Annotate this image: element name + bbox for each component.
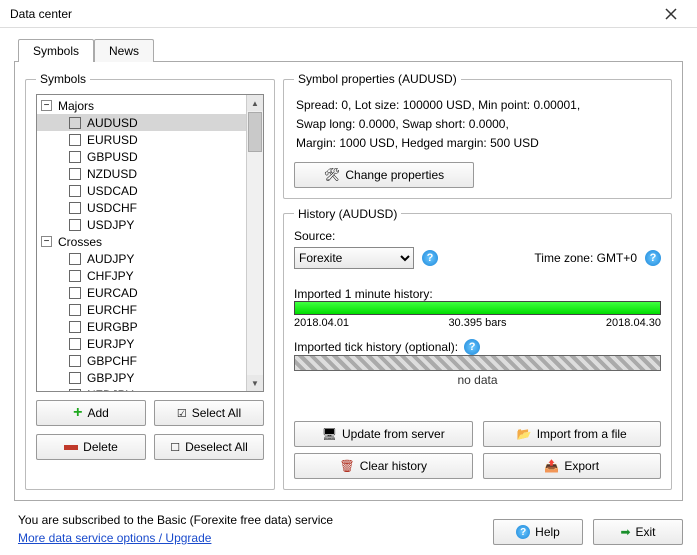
- history-group-label: History (AUDUSD): [294, 207, 401, 221]
- tree-item-chfjpy[interactable]: CHFJPY: [37, 267, 246, 284]
- tree-item-usdchf[interactable]: USDCHF: [37, 199, 246, 216]
- tree-scrollbar[interactable]: ▲ ▼: [246, 95, 263, 391]
- delete-button[interactable]: Delete: [36, 434, 146, 460]
- checkbox-icon[interactable]: [69, 287, 81, 299]
- export-icon: 📤: [544, 459, 559, 473]
- tree-item-audusd[interactable]: AUDUSD: [37, 114, 246, 131]
- collapse-icon[interactable]: −: [41, 236, 52, 247]
- prop-line: Spread: 0, Lot size: 100000 USD, Min poi…: [296, 96, 659, 115]
- check-icon: ☑: [177, 407, 187, 420]
- tree-item-gbpchf[interactable]: GBPCHF: [37, 352, 246, 369]
- checkbox-icon[interactable]: [69, 338, 81, 350]
- deselect-all-button[interactable]: ☐ Deselect All: [154, 434, 264, 460]
- bar-start-date: 2018.04.01: [294, 317, 349, 329]
- bar-end-date: 2018.04.30: [606, 317, 661, 329]
- collapse-icon[interactable]: −: [41, 100, 52, 111]
- help-icon: ?: [516, 525, 530, 539]
- help-icon[interactable]: ?: [422, 250, 438, 266]
- folder-open-icon: 📂: [517, 427, 532, 441]
- import-from-file-button[interactable]: 📂 Import from a file: [483, 421, 662, 447]
- update-from-server-button[interactable]: 🖥 Update from server: [294, 421, 473, 447]
- close-icon: [666, 9, 676, 19]
- upgrade-link[interactable]: More data service options / Upgrade: [18, 531, 211, 545]
- checkbox-icon[interactable]: [69, 355, 81, 367]
- trash-icon: 🗑: [339, 459, 354, 473]
- source-label: Source:: [294, 229, 661, 243]
- tab-symbols[interactable]: Symbols: [18, 39, 94, 62]
- tree-item-eurgbp[interactable]: EURGBP: [37, 318, 246, 335]
- exit-button[interactable]: ➡ Exit: [593, 519, 683, 545]
- close-button[interactable]: [651, 2, 691, 26]
- clear-history-button[interactable]: 🗑 Clear history: [294, 453, 473, 479]
- tree-category-crosses[interactable]: − Crosses: [37, 233, 246, 250]
- checkbox-icon[interactable]: [69, 270, 81, 282]
- tick-history-bar: [294, 355, 661, 371]
- no-data-label: no data: [294, 373, 661, 387]
- timezone-label: Time zone: GMT+0: [534, 251, 637, 265]
- plus-icon: +: [73, 409, 82, 417]
- tree-item-audjpy[interactable]: AUDJPY: [37, 250, 246, 267]
- source-select[interactable]: Forexite: [294, 247, 414, 269]
- prop-line: Swap long: 0.0000, Swap short: 0.0000,: [296, 115, 659, 134]
- checkbox-icon[interactable]: [69, 372, 81, 384]
- tree-item-gbpusd[interactable]: GBPUSD: [37, 148, 246, 165]
- bar-count: 30.395 bars: [448, 317, 506, 329]
- tree-category-majors[interactable]: − Majors: [37, 97, 246, 114]
- help-icon[interactable]: ?: [645, 250, 661, 266]
- add-button[interactable]: + Add: [36, 400, 146, 426]
- minus-icon: [64, 445, 78, 450]
- help-button[interactable]: ? Help: [493, 519, 583, 545]
- exit-icon: ➡: [620, 525, 630, 539]
- imported-minute-label: Imported 1 minute history:: [294, 287, 661, 301]
- symbols-group-label: Symbols: [36, 72, 90, 86]
- checkbox-icon[interactable]: [69, 253, 81, 265]
- tree-item-eurcad[interactable]: EURCAD: [37, 284, 246, 301]
- checkbox-icon[interactable]: [69, 185, 81, 197]
- change-properties-button[interactable]: 🛠 Change properties: [294, 162, 474, 188]
- imported-tick-label: Imported tick history (optional):: [294, 340, 458, 354]
- scroll-down-icon[interactable]: ▼: [247, 375, 263, 391]
- scroll-thumb[interactable]: [248, 112, 262, 152]
- checkbox-icon[interactable]: [69, 151, 81, 163]
- checkbox-icon[interactable]: [69, 168, 81, 180]
- tree-item-nzdjpy[interactable]: NZDJPY: [37, 386, 246, 391]
- scroll-up-icon[interactable]: ▲: [247, 95, 263, 111]
- tree-item-eurchf[interactable]: EURCHF: [37, 301, 246, 318]
- prop-line: Margin: 1000 USD, Hedged margin: 500 USD: [296, 134, 659, 153]
- properties-group-label: Symbol properties (AUDUSD): [294, 72, 461, 86]
- export-button[interactable]: 📤 Export: [483, 453, 662, 479]
- minute-history-bar: [294, 301, 661, 315]
- tree-item-usdcad[interactable]: USDCAD: [37, 182, 246, 199]
- tree-item-eurjpy[interactable]: EURJPY: [37, 335, 246, 352]
- uncheck-icon: ☐: [170, 441, 180, 454]
- tools-icon: 🛠: [324, 167, 341, 183]
- tree-item-gbpjpy[interactable]: GBPJPY: [37, 369, 246, 386]
- tree-item-eurusd[interactable]: EURUSD: [37, 131, 246, 148]
- checkbox-icon[interactable]: [69, 321, 81, 333]
- tab-news[interactable]: News: [94, 39, 154, 62]
- select-all-button[interactable]: ☑ Select All: [154, 400, 264, 426]
- tree-item-usdjpy[interactable]: USDJPY: [37, 216, 246, 233]
- window-title: Data center: [10, 7, 72, 21]
- checkbox-icon[interactable]: [69, 304, 81, 316]
- tree-item-nzdusd[interactable]: NZDUSD: [37, 165, 246, 182]
- help-icon[interactable]: ?: [464, 339, 480, 355]
- checkbox-icon[interactable]: [69, 202, 81, 214]
- checkbox-icon[interactable]: [69, 389, 81, 392]
- checkbox-icon[interactable]: [69, 219, 81, 231]
- checkbox-icon[interactable]: [69, 134, 81, 146]
- symbols-tree[interactable]: − Majors AUDUSD EURUSD GBPUSD NZDUSD USD…: [36, 94, 264, 392]
- checkbox-icon[interactable]: [69, 117, 81, 129]
- server-icon: 🖥: [322, 427, 337, 441]
